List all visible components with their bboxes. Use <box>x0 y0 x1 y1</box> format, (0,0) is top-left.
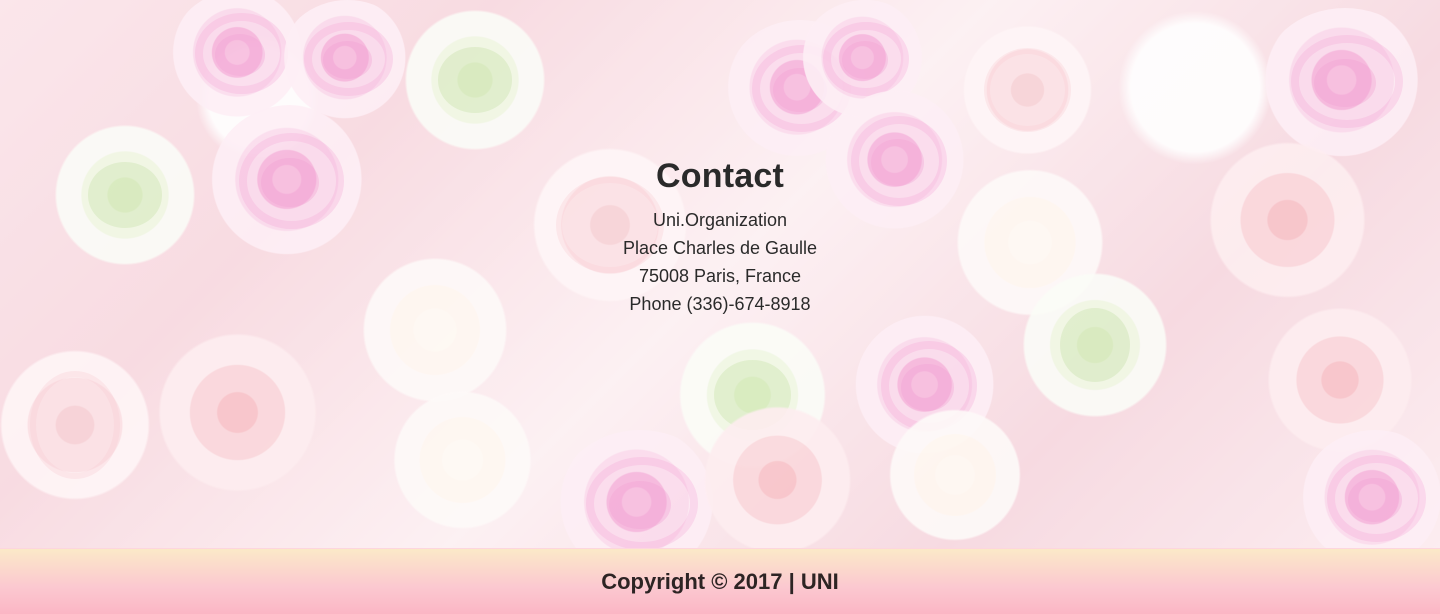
copyright-text: Copyright © 2017 | UNI <box>601 568 839 596</box>
contact-section: Contact Uni.Organization Place Charles d… <box>520 154 920 318</box>
contact-page: Contact Uni.Organization Place Charles d… <box>0 0 1440 614</box>
city-country: 75008 Paris, France <box>638 266 802 286</box>
floral-background-section: Contact Uni.Organization Place Charles d… <box>0 0 1440 548</box>
contact-details: Uni.Organization Place Charles de Gaulle… <box>520 206 920 318</box>
organization-name: Uni.Organization <box>652 210 788 230</box>
phone-number: Phone (336)-674-8918 <box>629 294 811 314</box>
street-address: Place Charles de Gaulle <box>622 238 818 258</box>
contact-title: Contact <box>656 157 784 195</box>
footer-brand: UNI <box>800 569 839 594</box>
site-footer: Copyright © 2017 | UNI <box>0 548 1440 614</box>
copyright-prefix: Copyright © 2017 | <box>601 569 801 594</box>
